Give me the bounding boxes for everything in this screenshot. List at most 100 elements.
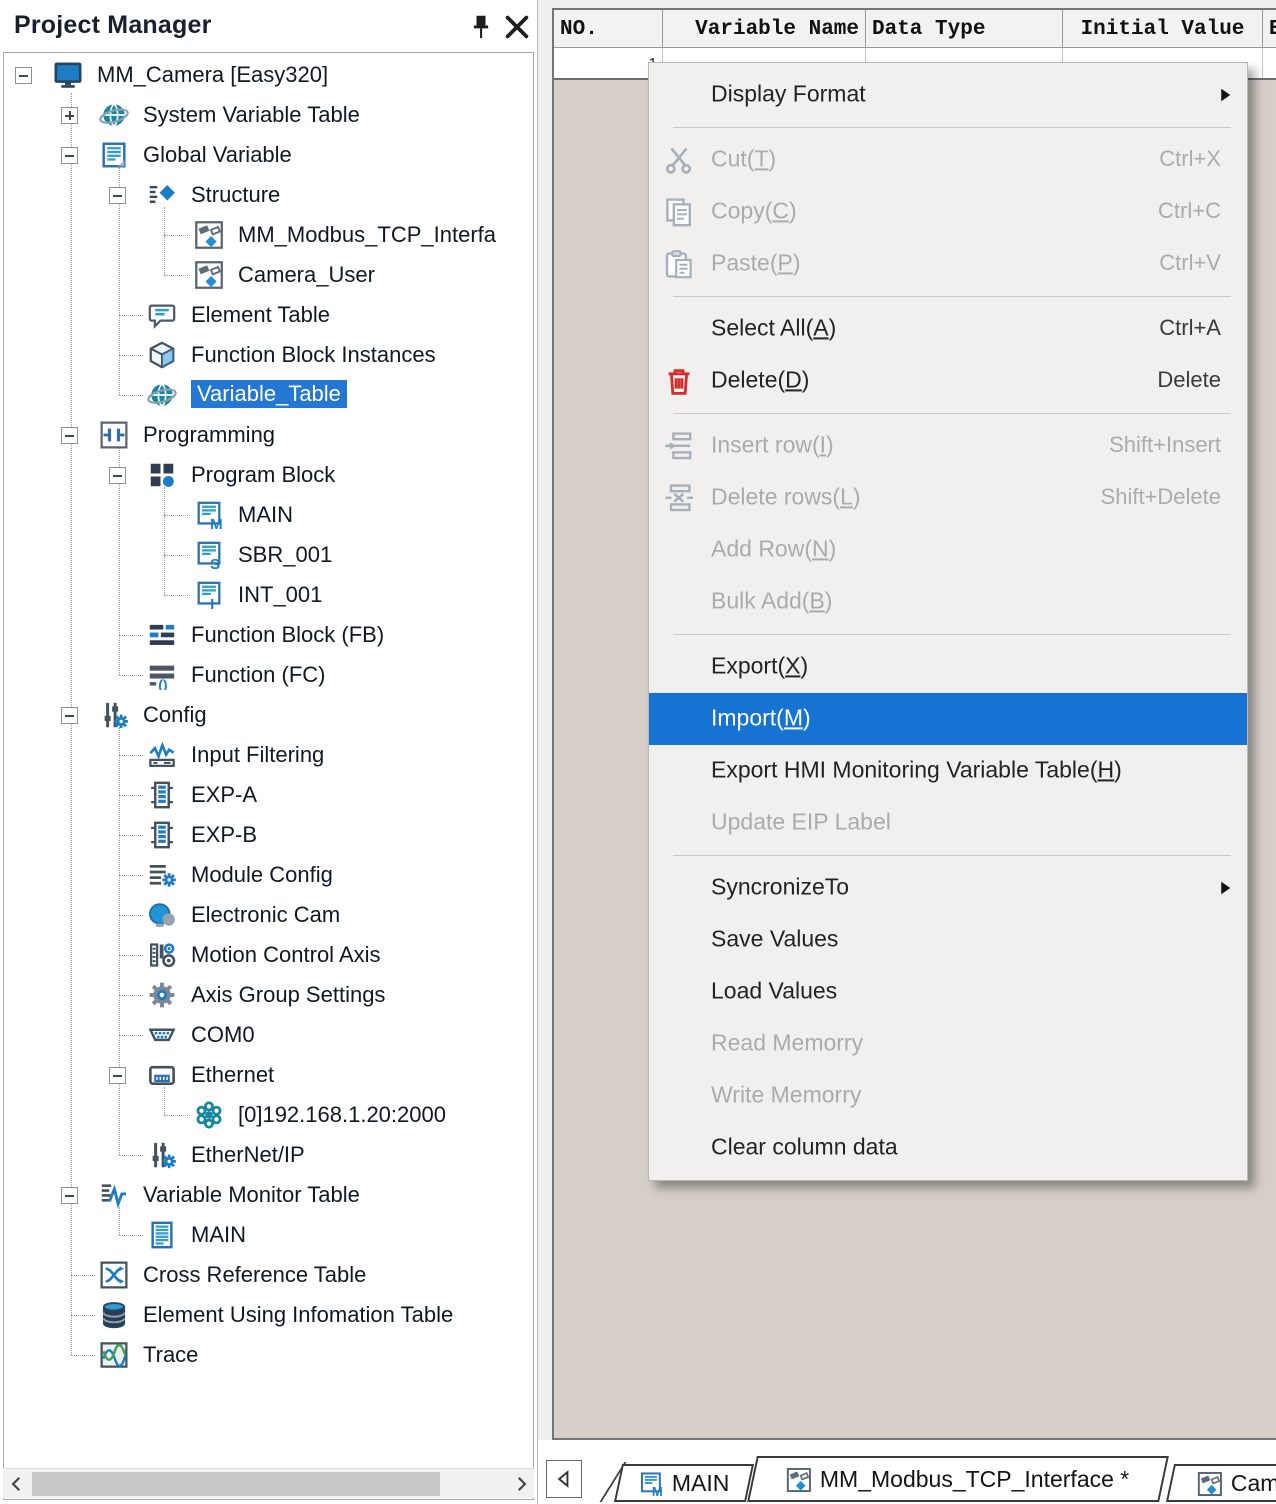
tree-item-label[interactable]: Program Block [191,462,335,488]
tree-item-global-variable[interactable]: Global Variable [4,135,533,175]
collapse-icon[interactable] [61,147,78,164]
tree-item-main[interactable]: MAIN [4,1215,533,1255]
tree-item-variable-table[interactable]: Variable_Table [4,375,533,415]
tree-item-exp-b[interactable]: EXP-B [4,815,533,855]
collapse-icon[interactable] [109,467,126,484]
tree-item-label[interactable]: Variable Monitor Table [143,1182,360,1208]
tree-item-camera-user[interactable]: Camera_User [4,255,533,295]
tree-item-structure[interactable]: Structure [4,175,533,215]
tree-item-label[interactable]: Trace [143,1342,198,1368]
scroll-left-icon[interactable] [3,1469,30,1499]
tree-item-programming[interactable]: Programming [4,415,533,455]
tree-item-label[interactable]: System Variable Table [143,102,360,128]
tree-item-system-variable-table[interactable]: System Variable Table [4,95,533,135]
tree-item-main[interactable]: MMAIN [4,495,533,535]
collapse-icon[interactable] [109,1067,126,1084]
tree-item-trace[interactable]: Trace [4,1335,533,1375]
tree-item-label[interactable]: [0]192.168.1.20:2000 [238,1102,446,1128]
menu-item-import-m[interactable]: Import(M) [649,693,1247,745]
menu-item-save-values[interactable]: Save Values [649,914,1247,966]
tree-item-label[interactable]: MM_Modbus_TCP_Interfa [238,222,496,248]
tree-item-config[interactable]: Config [4,695,533,735]
tree-item-function-block-fb[interactable]: Function Block (FB) [4,615,533,655]
menu-item-select-all-a[interactable]: Select All(A)Ctrl+A [649,303,1247,355]
tree-item-label[interactable]: Ethernet [191,1062,274,1088]
tree-item-com0[interactable]: COM0 [4,1015,533,1055]
tab-came[interactable]: Came [1166,1464,1276,1502]
tree-item-label[interactable]: EXP-B [191,822,257,848]
tree-item-label[interactable]: Function Block (FB) [191,622,384,648]
tree-item-ethernet[interactable]: Ethernet [4,1055,533,1095]
collapse-icon[interactable] [15,67,32,84]
tab-nav-left-icon[interactable] [546,1460,582,1498]
scrollbar-thumb[interactable] [32,1472,440,1496]
menu-item-delete-d[interactable]: Delete(D)Delete [649,355,1247,407]
tree-item-int-001[interactable]: IINT_001 [4,575,533,615]
tree-item-label[interactable]: Motion Control Axis [191,942,381,968]
grid-cell[interactable] [1263,48,1276,78]
tree-item-mm-camera-easy320[interactable]: MM_Camera [Easy320] [4,55,533,95]
tree-item-label[interactable]: SBR_001 [238,542,332,568]
grid-cell[interactable]: 1 [554,48,663,78]
tree-item-sbr-001[interactable]: SSBR_001 [4,535,533,575]
menu-item-clear-column-data[interactable]: Clear column data [649,1122,1247,1174]
tree-item-element-table[interactable]: Element Table [4,295,533,335]
tree-item-label[interactable]: Camera_User [238,262,375,288]
tree-item-label[interactable]: COM0 [191,1022,255,1048]
tree-item-label[interactable]: Function (FC) [191,662,325,688]
collapse-icon[interactable] [61,427,78,444]
tree-item-label[interactable]: Variable_Table [191,380,347,408]
tree-item-variable-monitor-table[interactable]: Variable Monitor Table [4,1175,533,1215]
tree-item-program-block[interactable]: Program Block [4,455,533,495]
tree-item-label[interactable]: Electronic Cam [191,902,340,928]
tree-item-label[interactable]: Programming [143,422,275,448]
menu-item-load-values[interactable]: Load Values [649,966,1247,1018]
pin-icon[interactable] [466,12,496,42]
menu-item-syncronizeto[interactable]: SyncronizeTo [649,862,1247,914]
tree-item-label[interactable]: EXP-A [191,782,257,808]
tree-item-mm-modbus-tcp-interfa[interactable]: MM_Modbus_TCP_Interfa [4,215,533,255]
tree-item-label[interactable]: Function Block Instances [191,342,436,368]
tree-item-label[interactable]: MAIN [238,502,293,528]
tree-item-ethernet-ip[interactable]: EtherNet/IP [4,1135,533,1175]
tree-item-motion-control-axis[interactable]: Motion Control Axis [4,935,533,975]
tree-item-function-fc[interactable]: ()Function (FC) [4,655,533,695]
tree-item-0-192-168-1-20-2000[interactable]: [0]192.168.1.20:2000 [4,1095,533,1135]
tree-item-label[interactable]: Element Table [191,302,330,328]
collapse-icon[interactable] [61,707,78,724]
collapse-icon[interactable] [61,1187,78,1204]
column-header-e[interactable]: E [1263,10,1276,48]
tree-item-label[interactable]: Element Using Infomation Table [143,1302,453,1328]
horizontal-scrollbar[interactable] [3,1468,534,1498]
tab-mm-modbus-tcp-interface[interactable]: MM_Modbus_TCP_Interface * [747,1456,1169,1502]
tree-item-function-block-instances[interactable]: Function Block Instances [4,335,533,375]
column-header-no[interactable]: NO. [554,10,663,48]
column-header-variable-name[interactable]: Variable Name [663,10,866,48]
tree-item-cross-reference-table[interactable]: Cross Reference Table [4,1255,533,1295]
menu-item-export-x[interactable]: Export(X) [649,641,1247,693]
tree-item-label[interactable]: Config [143,702,207,728]
tree-item-label[interactable]: Cross Reference Table [143,1262,366,1288]
tree-item-element-using-infomation-table[interactable]: Element Using Infomation Table [4,1295,533,1335]
tree-item-module-config[interactable]: Module Config [4,855,533,895]
column-header-data-type[interactable]: Data Type [866,10,1063,48]
tree-item-axis-group-settings[interactable]: Axis Group Settings [4,975,533,1015]
tree-item-label[interactable]: EtherNet/IP [191,1142,305,1168]
scroll-right-icon[interactable] [507,1469,534,1499]
tree-item-electronic-cam[interactable]: Electronic Cam [4,895,533,935]
menu-item-export-hmi-monitoring-variable-table-h[interactable]: Export HMI Monitoring Variable Table(H) [649,745,1247,797]
tree-item-label[interactable]: INT_001 [238,582,322,608]
collapse-icon[interactable] [109,187,126,204]
tree-item-label[interactable]: Module Config [191,862,333,888]
column-header-initial-value[interactable]: Initial Value [1063,10,1263,48]
tree-item-exp-a[interactable]: EXP-A [4,775,533,815]
tree-item-label[interactable]: MAIN [191,1222,246,1248]
tree-item-label[interactable]: Axis Group Settings [191,982,385,1008]
tree-item-label[interactable]: Global Variable [143,142,292,168]
tree-item-label[interactable]: MM_Camera [Easy320] [97,62,328,88]
expand-icon[interactable] [61,107,78,124]
tree-item-label[interactable]: Structure [191,182,280,208]
tree-item-label[interactable]: Input Filtering [191,742,324,768]
tab-main[interactable]: MMAIN [614,1464,754,1502]
menu-item-display-format[interactable]: Display Format [649,69,1247,121]
